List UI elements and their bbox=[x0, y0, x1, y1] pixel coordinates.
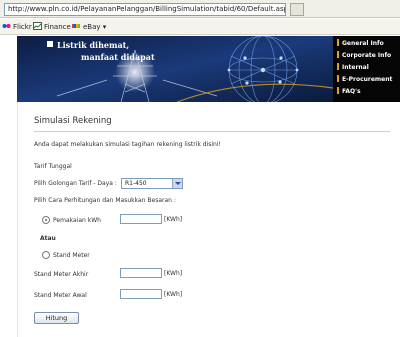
go-button[interactable] bbox=[290, 3, 304, 16]
pemakaian-label: Pemakaian kWh bbox=[53, 217, 101, 224]
link-label: Flickr bbox=[13, 23, 32, 31]
browser-window: http://www.pln.co.id/PelayananPelanggan/… bbox=[0, 0, 400, 337]
tarif-label: Tarif Tunggal bbox=[34, 163, 72, 170]
nav-corporate-info[interactable]: Corporate Info bbox=[337, 50, 391, 61]
nav-marker-icon bbox=[337, 51, 339, 58]
nav-marker-icon bbox=[337, 39, 339, 46]
slogan-line2: manfaat didapat bbox=[81, 52, 155, 62]
slogan-bullet-icon bbox=[47, 41, 53, 47]
nav-marker-icon bbox=[337, 75, 339, 82]
url-field[interactable]: http://www.pln.co.id/PelayananPelanggan/… bbox=[4, 3, 286, 16]
chevron-down-icon[interactable] bbox=[172, 179, 182, 188]
ebay-icon bbox=[72, 22, 81, 30]
nav-general-info[interactable]: General Info bbox=[337, 38, 384, 49]
title-divider bbox=[34, 131, 390, 132]
finance-icon bbox=[33, 22, 42, 30]
dropdown-arrow-icon[interactable]: ▾ bbox=[101, 23, 107, 31]
awal-label: Stand Meter Awal bbox=[34, 292, 87, 299]
stand-meter-label: Stand Meter bbox=[53, 252, 90, 259]
site-banner: Listrik dihemat, manfaat didapat General… bbox=[17, 36, 400, 102]
stand-akhir-input[interactable] bbox=[120, 268, 162, 278]
hitung-button[interactable]: Hitung bbox=[34, 312, 79, 324]
link-ebay[interactable]: eBay ▾ bbox=[72, 21, 106, 33]
links-toolbar: Flickr Finance eBay ▾ bbox=[0, 19, 400, 35]
address-bar: http://www.pln.co.id/PelayananPelanggan/… bbox=[0, 0, 400, 18]
akhir-label: Stand Meter Akhir bbox=[34, 271, 89, 278]
cara-label: Pilih Cara Perhitungan dan Masukkan Besa… bbox=[34, 197, 176, 204]
nav-internal[interactable]: Internal bbox=[337, 62, 369, 73]
left-border bbox=[17, 102, 18, 337]
nav-marker-icon bbox=[337, 87, 339, 94]
flickr-icon bbox=[2, 22, 11, 30]
nav-faqs[interactable]: FAQ's bbox=[337, 86, 361, 97]
golongan-select[interactable]: R1-450 bbox=[121, 178, 183, 189]
stand-meter-radio[interactable] bbox=[42, 251, 50, 259]
atau-label: Atau bbox=[40, 235, 56, 242]
stand-awal-input[interactable] bbox=[120, 289, 162, 299]
page-title: Simulasi Rekening bbox=[34, 116, 112, 126]
link-flickr[interactable]: Flickr bbox=[2, 21, 32, 33]
golongan-label: Pilih Golongan Tarif - Daya : bbox=[34, 180, 117, 187]
nav-marker-icon bbox=[337, 63, 339, 70]
pemakaian-radio[interactable] bbox=[42, 216, 50, 224]
pemakaian-input[interactable] bbox=[120, 214, 162, 224]
billing-simulation-form: Simulasi Rekening Anda dapat melakukan s… bbox=[22, 104, 400, 337]
top-nav-menu: General Info Corporate Info Internal E-P… bbox=[333, 36, 400, 102]
unit-label: [KWh] bbox=[164, 291, 183, 298]
link-finance[interactable]: Finance bbox=[33, 21, 71, 33]
nav-e-procurement[interactable]: E-Procurement bbox=[337, 74, 392, 85]
slogan-line1: Listrik dihemat, bbox=[57, 40, 130, 50]
unit-label: [KWh] bbox=[164, 216, 183, 223]
link-label: Finance bbox=[44, 23, 71, 31]
golongan-selected-value: R1-450 bbox=[125, 180, 147, 187]
unit-label: [KWh] bbox=[164, 270, 183, 277]
link-label: eBay bbox=[83, 23, 101, 31]
intro-text: Anda dapat melakukan simulasi tagihan re… bbox=[34, 141, 221, 148]
